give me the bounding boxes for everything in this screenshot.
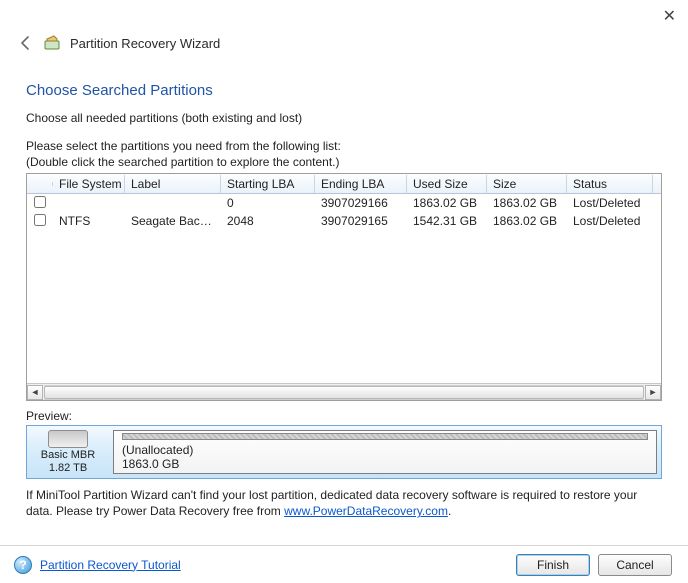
col-used-size[interactable]: Used Size [407,175,487,193]
col-file-system[interactable]: File System [53,175,125,193]
table-row[interactable]: 0 3907029166 1863.02 GB 1863.02 GB Lost/… [27,194,661,212]
partition-name: (Unallocated) [122,443,648,457]
cancel-button[interactable]: Cancel [598,554,672,576]
power-data-recovery-link[interactable]: www.PowerDataRecovery.com [284,504,448,518]
help-icon[interactable]: ? [14,556,32,574]
cell-used: 1542.31 GB [407,213,487,229]
col-ending-lba[interactable]: Ending LBA [315,175,407,193]
scroll-thumb[interactable] [44,386,644,399]
cell-size: 1863.02 GB [487,195,567,211]
cell-elba: 3907029166 [315,195,407,211]
wizard-disk-icon [44,35,60,51]
horizontal-scrollbar[interactable]: ◄ ► [27,383,661,400]
footer-bar: ? Partition Recovery Tutorial Finish Can… [0,545,688,583]
preview-panel: Basic MBR 1.82 TB (Unallocated) 1863.0 G… [26,425,662,479]
disk-summary: Basic MBR 1.82 TB [31,430,105,474]
cell-slba: 0 [221,195,315,211]
cell-label: Seagate Backup... [125,213,221,229]
table-row[interactable]: NTFS Seagate Backup... 2048 3907029165 1… [27,212,661,230]
col-starting-lba[interactable]: Starting LBA [221,175,315,193]
hard-drive-icon [48,430,88,448]
col-size[interactable]: Size [487,175,567,193]
page-title: Partition Recovery Wizard [70,36,220,51]
instruction-line-1: Please select the partitions you need fr… [26,139,662,153]
cell-fs: NTFS [53,213,125,229]
preview-label: Preview: [26,409,662,423]
cell-slba: 2048 [221,213,315,229]
scroll-right-icon[interactable]: ► [645,385,661,400]
cell-used: 1863.02 GB [407,195,487,211]
disk-size: 1.82 TB [49,462,87,474]
tutorial-link[interactable]: Partition Recovery Tutorial [40,558,181,572]
partition-block[interactable]: (Unallocated) 1863.0 GB [113,430,657,474]
partition-size: 1863.0 GB [122,457,648,471]
table-header: File System Label Starting LBA Ending LB… [27,174,661,194]
cell-fs [53,202,125,204]
section-title: Choose Searched Partitions [26,82,662,99]
cell-size: 1863.02 GB [487,213,567,229]
row-checkbox[interactable] [34,214,46,226]
help-text-suffix: . [448,504,451,518]
wizard-header: Partition Recovery Wizard [0,0,688,58]
scroll-track[interactable] [44,385,644,400]
cell-label [125,202,221,204]
instruction-line-2: (Double click the searched partition to … [26,155,662,169]
cell-status: Lost/Deleted [567,213,653,229]
row-checkbox[interactable] [34,196,46,208]
scroll-left-icon[interactable]: ◄ [27,385,43,400]
col-label[interactable]: Label [125,175,221,193]
partition-bar [122,433,648,440]
cell-elba: 3907029165 [315,213,407,229]
col-status[interactable]: Status [567,175,653,193]
cell-status: Lost/Deleted [567,195,653,211]
instruction-choose: Choose all needed partitions (both exist… [26,111,662,125]
back-arrow-icon[interactable] [16,34,34,52]
partitions-table: File System Label Starting LBA Ending LB… [26,173,662,401]
disk-type: Basic MBR [41,449,95,461]
finish-button[interactable]: Finish [516,554,590,576]
help-text: If MiniTool Partition Wizard can't find … [26,487,662,519]
close-icon[interactable]: ✕ [663,6,676,26]
